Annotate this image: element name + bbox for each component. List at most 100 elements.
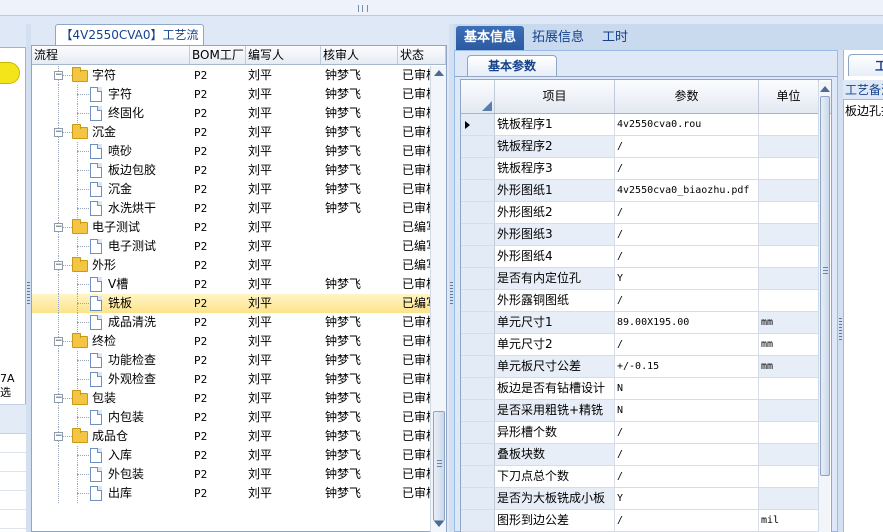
param-row[interactable]: 铣板程序14v2550cva0.rouY — [461, 114, 827, 136]
row-indicator[interactable] — [461, 488, 495, 509]
param-row[interactable]: 外形图纸3/Y — [461, 224, 827, 246]
param-value-cell[interactable]: 4v2550cva0.rou — [615, 114, 759, 135]
column-header-writer[interactable]: 编写人 — [246, 46, 321, 64]
tree-row[interactable]: − 电子测试 P2 刘平 已编写 — [32, 218, 430, 237]
row-indicator[interactable] — [461, 158, 495, 179]
param-unit-cell[interactable] — [759, 224, 819, 245]
param-row[interactable]: 外形图纸2/Y — [461, 202, 827, 224]
tree-row[interactable]: 水洗烘干 P2 刘平 钟梦飞 已审核 — [32, 199, 430, 218]
tree-node[interactable]: 板边包胶 — [32, 161, 190, 180]
row-indicator[interactable] — [461, 466, 495, 487]
tree-node[interactable]: 入库 — [32, 446, 190, 465]
param-value-cell[interactable]: / — [615, 444, 759, 465]
param-value-cell[interactable]: / — [615, 202, 759, 223]
param-row[interactable]: 外形图纸14v2550cva0_biaozhu.pdfY — [461, 180, 827, 202]
param-unit-cell[interactable] — [759, 400, 819, 421]
tree-row[interactable]: 终固化 P2 刘平 钟梦飞 已审核 — [32, 104, 430, 123]
notes-row[interactable]: 板边孔打 — [843, 101, 883, 121]
row-indicator[interactable] — [461, 268, 495, 289]
collapse-icon[interactable]: − — [54, 71, 63, 80]
tree-row[interactable]: 成品清洗 P2 刘平 钟梦飞 已审核 — [32, 313, 430, 332]
param-value-cell[interactable]: 89.00X195.00 — [615, 312, 759, 333]
tree-row[interactable]: − 包装 P2 刘平 钟梦飞 已审核 — [32, 389, 430, 408]
param-row[interactable]: 外形露铜图纸/Y — [461, 290, 827, 312]
tree-node[interactable]: 水洗烘干 — [32, 199, 190, 218]
scroll-up-icon[interactable] — [820, 86, 830, 92]
column-header-bom[interactable]: BOM工厂 — [190, 46, 246, 64]
tree-row[interactable]: − 外形 P2 刘平 已编写 — [32, 256, 430, 275]
tree-row[interactable]: 喷砂 P2 刘平 钟梦飞 已审核 — [32, 142, 430, 161]
tab-work-hours[interactable]: 工时 — [594, 26, 636, 50]
param-value-cell[interactable]: / — [615, 224, 759, 245]
param-value-cell[interactable]: Y — [615, 268, 759, 289]
row-indicator[interactable] — [461, 334, 495, 355]
tree-row[interactable]: 外观检查 P2 刘平 钟梦飞 已审核 — [32, 370, 430, 389]
scroll-up-icon[interactable] — [434, 70, 444, 76]
tree-node[interactable]: 终固化 — [32, 104, 190, 123]
column-header-param[interactable]: 参数 — [615, 80, 759, 113]
row-indicator[interactable] — [461, 356, 495, 377]
column-header-flow[interactable]: 流程 — [32, 46, 190, 64]
row-indicator[interactable] — [461, 378, 495, 399]
param-unit-cell[interactable] — [759, 466, 819, 487]
param-scrollbar[interactable] — [818, 82, 830, 532]
param-row[interactable]: 叠板块数/Y — [461, 444, 827, 466]
row-header-corner[interactable] — [461, 80, 495, 113]
tree-scrollbar[interactable] — [430, 66, 446, 532]
collapse-icon[interactable]: − — [54, 337, 63, 346]
tree-node[interactable]: 外包装 — [32, 465, 190, 484]
param-value-cell[interactable]: / — [615, 466, 759, 487]
tree-node[interactable]: 成品清洗 — [32, 313, 190, 332]
tree-node[interactable]: 铣板 — [32, 294, 190, 313]
param-unit-cell[interactable] — [759, 444, 819, 465]
tree-row[interactable]: − 终检 P2 刘平 钟梦飞 已审核 — [32, 332, 430, 351]
param-unit-cell[interactable] — [759, 488, 819, 509]
tree-node[interactable]: V槽 — [32, 275, 190, 294]
param-row[interactable]: 下刀点总个数/Y — [461, 466, 827, 488]
tree-node[interactable]: 内包装 — [32, 408, 190, 427]
row-indicator[interactable] — [461, 224, 495, 245]
tree-node[interactable]: − 包装 — [32, 389, 190, 408]
tree-node[interactable]: 出库 — [32, 484, 190, 503]
tab-extended-info[interactable]: 拓展信息 — [524, 26, 592, 50]
row-indicator[interactable] — [461, 400, 495, 421]
tree-node[interactable]: 电子测试 — [32, 237, 190, 256]
tree-node[interactable]: 功能检查 — [32, 351, 190, 370]
tree-node[interactable]: 沉金 — [32, 180, 190, 199]
row-indicator[interactable] — [461, 202, 495, 223]
param-unit-cell[interactable] — [759, 290, 819, 311]
param-value-cell[interactable]: / — [615, 510, 759, 531]
tree-node[interactable]: 字符 — [32, 85, 190, 104]
param-unit-cell[interactable] — [759, 136, 819, 157]
column-header-status[interactable]: 状态 — [398, 46, 446, 64]
column-header-unit[interactable]: 单位 — [759, 80, 819, 113]
param-row[interactable]: 铣板程序2/Y — [461, 136, 827, 158]
param-unit-cell[interactable]: mil — [759, 510, 819, 531]
row-indicator[interactable] — [461, 246, 495, 267]
collapse-icon[interactable]: − — [54, 128, 63, 137]
tree-row[interactable]: 板边包胶 P2 刘平 钟梦飞 已审核 — [32, 161, 430, 180]
param-value-cell[interactable]: / — [615, 158, 759, 179]
param-unit-cell[interactable]: mm — [759, 312, 819, 333]
row-indicator[interactable] — [461, 312, 495, 333]
param-unit-cell[interactable]: mm — [759, 334, 819, 355]
row-indicator[interactable] — [461, 180, 495, 201]
param-value-cell[interactable]: 4v2550cva0_biaozhu.pdf — [615, 180, 759, 201]
tree-row[interactable]: 入库 P2 刘平 钟梦飞 已审核 — [32, 446, 430, 465]
tree-row[interactable]: 铣板 P2 刘平 已编写 — [32, 294, 430, 313]
row-indicator[interactable] — [461, 444, 495, 465]
tree-row[interactable]: − 成品仓 P2 刘平 钟梦飞 已审核 — [32, 427, 430, 446]
tree-row[interactable]: V槽 P2 刘平 钟梦飞 已审核 — [32, 275, 430, 294]
param-unit-cell[interactable] — [759, 422, 819, 443]
collapse-icon[interactable]: − — [54, 261, 63, 270]
tree-row[interactable]: 字符 P2 刘平 钟梦飞 已审核 — [32, 85, 430, 104]
collapse-icon[interactable]: − — [54, 432, 63, 441]
tree-node[interactable]: − 外形 — [32, 256, 190, 275]
param-unit-cell[interactable] — [759, 114, 819, 135]
param-value-cell[interactable]: +/-0.15 — [615, 356, 759, 377]
scroll-down-icon[interactable] — [434, 521, 444, 527]
param-scroll-thumb[interactable] — [820, 96, 830, 476]
tab-basic-info[interactable]: 基本信息 — [456, 26, 525, 50]
tree-row[interactable]: 出库 P2 刘平 钟梦飞 已审核 — [32, 484, 430, 503]
tree-row[interactable]: − 字符 P2 刘平 钟梦飞 已审核 — [32, 66, 430, 85]
